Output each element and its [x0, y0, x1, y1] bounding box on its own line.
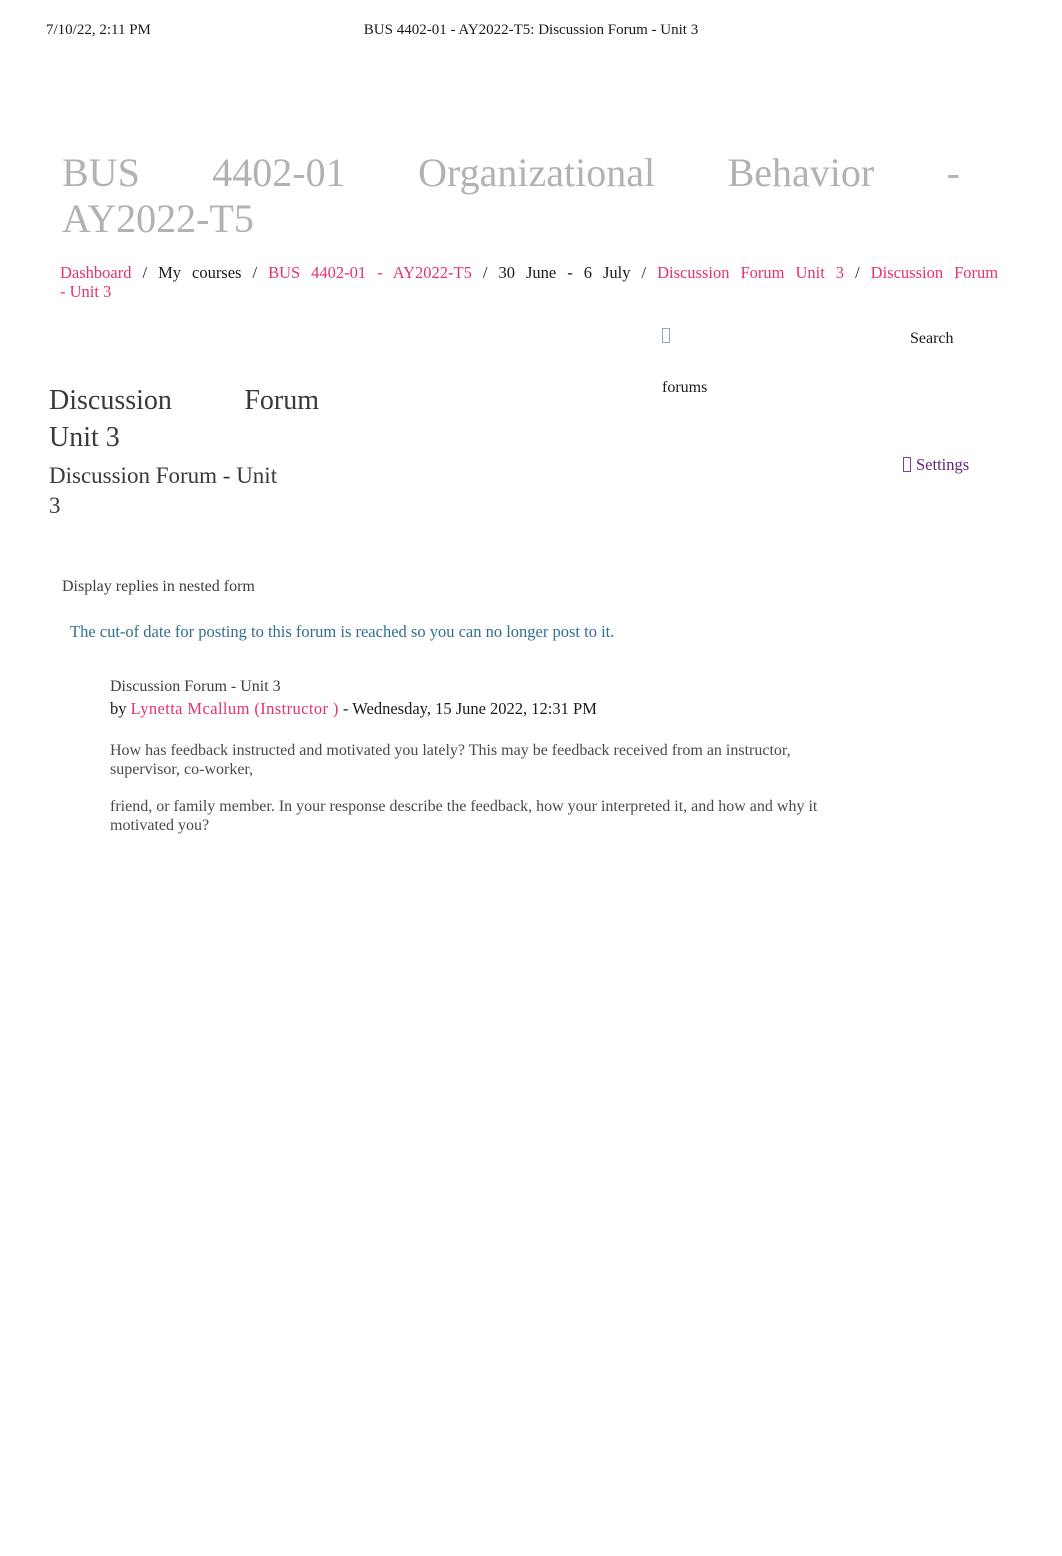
search-icon [662, 328, 670, 343]
page-title-line2: Unit 3 [49, 422, 120, 453]
search-forums-label: forums [662, 320, 782, 405]
search-button[interactable]: Search [910, 330, 954, 348]
print-header-title: BUS 4402-01 - AY2022-T5: Discussion Foru… [363, 22, 699, 38]
breadcrumb-item-forum[interactable]: Discussion Forum Unit 3 [657, 263, 844, 282]
post-paragraph: How has feedback instructed and motivate… [110, 742, 791, 778]
post-subject: Discussion Forum - Unit 3 [110, 678, 281, 695]
page-subtitle: Discussion Forum - Unit 3 [49, 463, 278, 518]
breadcrumb-item-course[interactable]: BUS 4402-01 - AY2022-T5 [268, 263, 472, 282]
course-title-line2: AY2022-T5 [62, 196, 254, 241]
cutoff-date-alert: The cut-of date for posting to this foru… [70, 622, 615, 641]
breadcrumb-item-dashboard[interactable]: Dashboard [60, 263, 131, 282]
breadcrumb-item-discussion[interactable]: Discussion Forum [871, 263, 998, 282]
breadcrumb-separator: / [855, 263, 860, 282]
course-title: BUS 4402-01 Organizational Behavior - AY… [62, 150, 960, 242]
forum-post: Discussion Forum - Unit 3 by Lynetta Mca… [110, 677, 830, 835]
post-paragraph: friend, or family member. In your respon… [110, 798, 818, 834]
breadcrumb-item-my-courses[interactable]: My courses [158, 263, 241, 282]
breadcrumb: Dashboard / My courses / BUS 4402-01 - A… [60, 264, 998, 301]
breadcrumb-separator: / [641, 263, 647, 282]
page-title-line1: Discussion Forum [49, 385, 319, 416]
settings-link[interactable]: Settings [903, 455, 969, 475]
print-header: 7/10/22, 2:11 PM BUS 4402-01 - AY2022-T5… [0, 22, 1062, 44]
breadcrumb-separator: / [482, 263, 488, 282]
page-title: Discussion Forum Unit 3 [49, 382, 319, 456]
post-by-word: by [110, 699, 127, 718]
breadcrumb-item-week[interactable]: 30 June - 6 July [498, 263, 630, 282]
display-replies-mode[interactable]: Display replies in nested form [62, 578, 255, 596]
search-forums-label-text: forums [662, 379, 708, 396]
search-forums-form: forums Search [640, 320, 1040, 396]
course-title-line1: BUS 4402-01 Organizational Behavior - [62, 150, 960, 195]
post-body: How has feedback instructed and motivate… [110, 741, 830, 835]
post-timestamp: - Wednesday, 15 June 2022, 12:31 PM [342, 699, 597, 718]
breadcrumb-separator: / [252, 263, 258, 282]
breadcrumb-item-discussion-tail[interactable]: - Unit 3 [60, 283, 998, 301]
gear-icon [903, 457, 911, 472]
post-author-link[interactable]: Lynetta Mcallum (Instructor ) [131, 699, 339, 718]
post-byline: by Lynetta Mcallum (Instructor ) - Wedne… [110, 698, 830, 719]
breadcrumb-separator: / [142, 263, 148, 282]
settings-link-label: Settings [916, 455, 970, 474]
